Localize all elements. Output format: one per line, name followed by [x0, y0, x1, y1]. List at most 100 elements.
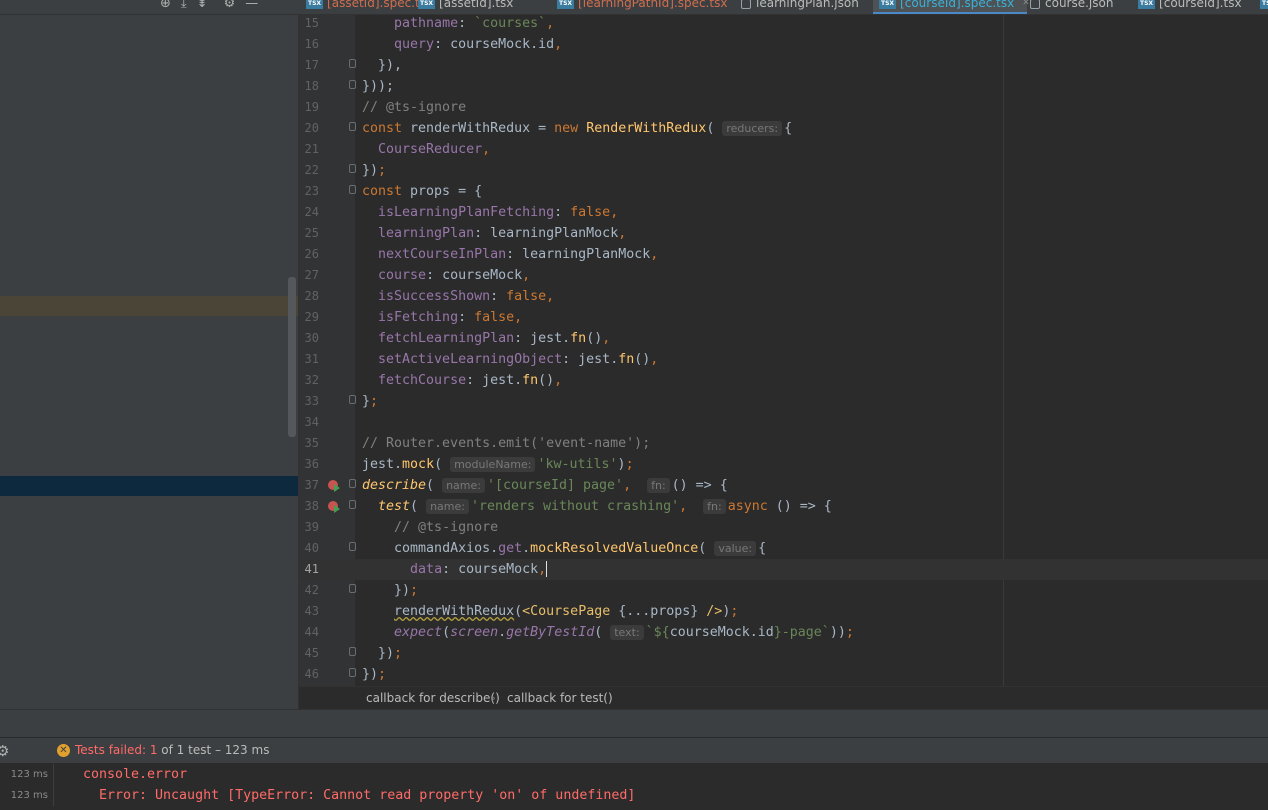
expand-all-icon[interactable]: ⇟	[197, 0, 208, 12]
tab-assetid[interactable]: TSX [assetId].tsx	[418, 0, 513, 14]
code-text: query: courseMock.id,	[394, 37, 563, 52]
code-text: nextCourseInPlan: learningPlanMock,	[378, 247, 659, 262]
console-text: Error: Uncaught [TypeError: Cannot read …	[99, 788, 636, 803]
gear-icon[interactable]: ⚙	[0, 742, 9, 760]
tree-row-selected[interactable]	[0, 476, 298, 496]
fold-marker-icon[interactable]	[349, 500, 356, 509]
code-line[interactable]: 15 pathname: `courses`,	[299, 15, 1268, 34]
tsx-file-icon: TSX	[1138, 0, 1156, 9]
tsx-file-icon: TSX	[418, 0, 436, 9]
code-line[interactable]: 21 CourseReducer,	[299, 139, 1268, 160]
code-line-current[interactable]: 41 data: courseMock,	[299, 559, 1268, 580]
code-line[interactable]: 37 describe( name: '[courseId] page', fn:…	[299, 475, 1268, 496]
code-line[interactable]: 32 fetchCourse: jest.fn(),	[299, 370, 1268, 391]
fold-marker-icon[interactable]	[349, 185, 356, 194]
code-line[interactable]: 36 jest.mock( moduleName:'kw-utils');	[299, 454, 1268, 475]
tab-learningplan-json[interactable]: learningPlan.json	[741, 0, 859, 14]
run-test-icon[interactable]	[328, 480, 340, 492]
code-line[interactable]: 30 fetchLearningPlan: jest.fn(),	[299, 328, 1268, 349]
line-number: 40	[304, 541, 319, 555]
tsx-file-icon: TSX	[879, 0, 897, 9]
line-number: 19	[304, 100, 319, 114]
code-line[interactable]: 28 isSuccessShown: false,	[299, 286, 1268, 307]
code-text: jest.mock( moduleName:'kw-utils');	[362, 457, 634, 472]
code-line[interactable]: 17 }),	[299, 55, 1268, 76]
console-timestamp: 123 ms	[10, 769, 48, 780]
gear-icon[interactable]: ⚙	[224, 0, 236, 12]
line-number: 37	[304, 478, 319, 492]
code-line[interactable]: 26 nextCourseInPlan: learningPlanMock,	[299, 244, 1268, 265]
code-text: expect(screen.getByTestId( text: `${cours…	[394, 625, 854, 640]
param-hint: reducers:	[722, 121, 783, 136]
code-line[interactable]: 39 // @ts-ignore	[299, 517, 1268, 538]
line-number: 45	[304, 646, 319, 660]
code-line[interactable]: 31 setActiveLearningObject: jest.fn(),	[299, 349, 1268, 370]
run-test-icon[interactable]	[328, 501, 340, 513]
tab-courseid-spec[interactable]: TSX [courseId].spec.tsx ✕	[873, 0, 1030, 14]
breadcrumb-item-test[interactable]: callback for test()	[507, 687, 613, 709]
fold-marker-icon[interactable]	[349, 479, 356, 488]
code-line[interactable]: 40 commandAxios.get.mockResolvedValueOnc…	[299, 538, 1268, 559]
console-line: 123 ms console.error	[0, 764, 1268, 785]
tab-course-json[interactable]: course.json	[1030, 0, 1113, 14]
code-line[interactable]: 35 // Router.events.emit('event-name');	[299, 433, 1268, 454]
fold-marker-icon[interactable]	[349, 584, 356, 593]
param-hint: value:	[714, 541, 757, 556]
collapse-all-icon[interactable]: ⤓	[181, 0, 187, 12]
code-line[interactable]: 16 query: courseMock.id,	[299, 34, 1268, 55]
tab-overflow[interactable]: TSX	[1260, 0, 1268, 14]
test-console[interactable]: 123 ms console.error 123 ms Error: Uncau…	[0, 763, 1268, 810]
fold-marker-icon[interactable]	[349, 395, 356, 404]
code-line[interactable]: 22 });	[299, 160, 1268, 181]
code-line[interactable]: 33 };	[299, 391, 1268, 412]
close-tab-icon[interactable]: ✕	[1022, 0, 1030, 8]
code-text: });	[362, 667, 387, 682]
code-line[interactable]: 42 });	[299, 580, 1268, 601]
code-line[interactable]: 19 // @ts-ignore	[299, 97, 1268, 118]
locate-icon[interactable]: ⊕	[160, 0, 171, 12]
test-status: Tests failed: 1 of 1 test – 123 ms	[75, 743, 270, 757]
code-line[interactable]: 23 const props = {	[299, 181, 1268, 202]
code-line[interactable]: 27 course: courseMock,	[299, 265, 1268, 286]
project-toolbar: ⊕ ⤓ ⇟ ⚙ —	[160, 0, 258, 12]
param-hint: text:	[610, 625, 644, 640]
param-hint: name:	[442, 478, 485, 493]
code-line[interactable]: 24 isLearningPlanFetching: false,	[299, 202, 1268, 223]
tree-row-highlight[interactable]	[0, 296, 298, 316]
tab-label: [assetId].tsx	[439, 0, 514, 10]
code-line[interactable]: 46 });	[299, 664, 1268, 685]
line-number: 38	[304, 499, 319, 513]
fold-marker-icon[interactable]	[349, 80, 356, 89]
fold-marker-icon[interactable]	[349, 668, 356, 677]
code-line[interactable]: 44 expect(screen.getByTestId( text: `${co…	[299, 622, 1268, 643]
panel-splitter[interactable]	[0, 709, 1268, 738]
editor-tab-bar: ⊕ ⤓ ⇟ ⚙ — TSX [assetId].spec.tsx TSX [as…	[0, 0, 1268, 15]
tab-assetid-spec[interactable]: TSX [assetId].spec.tsx	[306, 0, 433, 14]
fold-marker-icon[interactable]	[349, 122, 356, 131]
tab-learningpathid-spec[interactable]: TSX [learningPathId].spec.tsx	[557, 0, 727, 14]
fold-marker-icon[interactable]	[349, 647, 356, 656]
line-number: 23	[304, 184, 319, 198]
tree-scrollbar[interactable]	[288, 277, 296, 437]
code-line[interactable]: 25 learningPlan: learningPlanMock,	[299, 223, 1268, 244]
tab-courseid[interactable]: TSX [courseId].tsx	[1138, 0, 1242, 14]
hide-panel-icon[interactable]: —	[245, 0, 258, 12]
code-line[interactable]: 45 });	[299, 643, 1268, 664]
line-number: 31	[304, 352, 319, 366]
code-text: isSuccessShown: false,	[378, 289, 555, 304]
code-line[interactable]: 20 const renderWithRedux = new RenderWit…	[299, 118, 1268, 139]
fold-marker-icon[interactable]	[349, 59, 356, 68]
code-line[interactable]: 29 isFetching: false,	[299, 307, 1268, 328]
fold-marker-icon[interactable]	[349, 542, 356, 551]
fold-marker-icon[interactable]	[349, 164, 356, 173]
tsx-file-icon: TSX	[306, 0, 324, 9]
code-comment: // Router.events.emit('event-name');	[362, 436, 651, 451]
code-line[interactable]: 38 test( name:'renders without crashing'…	[299, 496, 1268, 517]
code-line[interactable]: 34	[299, 412, 1268, 433]
code-editor[interactable]: 15 pathname: `courses`, 16 query: course…	[299, 15, 1268, 686]
line-number: 28	[304, 289, 319, 303]
code-line[interactable]: 18 }));	[299, 76, 1268, 97]
code-line[interactable]: 43 renderWithRedux(<CoursePage {...props…	[299, 601, 1268, 622]
line-number: 17	[304, 58, 319, 72]
breadcrumb-item-describe[interactable]: callback for describe()	[366, 687, 500, 709]
